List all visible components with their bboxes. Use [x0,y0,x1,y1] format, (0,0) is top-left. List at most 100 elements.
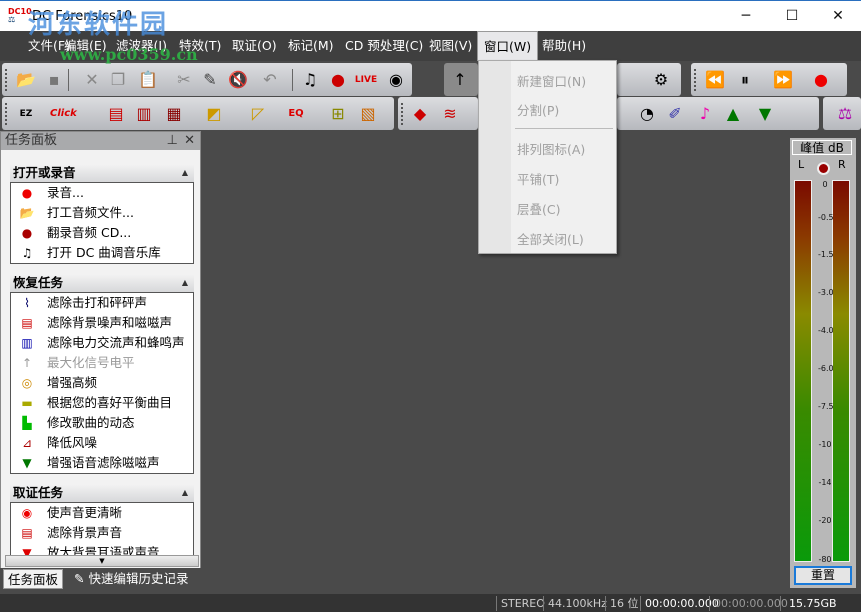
task-clarity[interactable]: ◉ 使声音更清晰 [11,503,193,523]
main-toolbar: 📂 ▪ ✕ ❐ 📋 ✂ ✎ 🔇 ↶ ♫ ● LIVE ◉ [2,63,412,96]
collapse-icon[interactable]: ▲ [182,164,188,182]
menu-edit[interactable]: 编辑(E) [58,31,113,61]
tab-edit-history[interactable]: ✎ 快速编辑历史记录 [70,569,192,589]
task-eq-balance[interactable]: ▬ 根据您的喜好平衡曲目 [11,393,193,413]
open-icon[interactable]: 📂 [14,68,38,92]
balance-icon[interactable]: ⚖ [833,102,857,126]
gear-icon[interactable]: ⚙ [649,68,673,92]
panel-close-icon[interactable]: ✕ [184,132,195,150]
voice-icon[interactable]: ♪ [693,102,717,126]
menu-new-window[interactable]: 新建窗口(N) [517,71,586,90]
hum-filter-icon[interactable]: ▥ [132,102,156,126]
menu-effects[interactable]: 特效(T) [173,31,227,61]
save-icon[interactable]: ▪ [42,68,66,92]
menu-help[interactable]: 帮助(H) [536,31,592,61]
task-remove-background[interactable]: ▤ 滤除背景声音 [11,523,193,543]
task-declick[interactable]: ⌇ 滤除击打和砰砰声 [11,293,193,313]
record-icon: ● [21,186,33,200]
scroll-down-button[interactable]: ▼ [5,555,199,567]
maximize-button[interactable]: ☐ [769,1,815,31]
speech-icon[interactable]: ▲ [721,102,745,126]
noise-filter-icon[interactable]: ▤ [104,102,128,126]
record-icon[interactable]: ● [809,68,833,92]
scale-tick: -4.0 [818,326,834,335]
eq-icon: ▬ [21,396,33,410]
pin-icon[interactable]: ⊥ [167,132,178,150]
app-icon: DC10 ⚖ [8,7,32,24]
filter-toolbar: EZ Click ▤ ▥ ▦ ◩ ◸ EQ ⊞ ▧ [2,97,394,130]
brush-icon[interactable]: ✐ [663,102,687,126]
copy-icon[interactable]: ❐ [106,68,130,92]
level-icon[interactable]: ↑ [444,63,478,96]
balance-toolbar: ⚖ [823,97,861,130]
menu-cascade[interactable]: 层叠(C) [517,199,560,218]
disc-icon[interactable]: ◉ [384,68,408,92]
history-icon: ✎ [74,571,85,586]
scale-tick: -20 [818,516,832,525]
lips-icon: ◉ [21,506,33,520]
speech-hiss-icon[interactable]: ▼ [753,102,777,126]
scale-tick: -6.0 [818,364,834,373]
menu-window[interactable]: 窗口(W) [477,31,539,61]
task-open-file[interactable]: 📂 打工音频文件... [11,203,193,223]
length-status: 00:00:00.000 [709,596,788,611]
task-rip-cd[interactable]: ● 翻录音频 CD... [11,223,193,243]
undo-icon[interactable]: ↶ [258,68,282,92]
menu-filter[interactable]: 滤波器(I) [110,31,173,61]
clip-indicator[interactable] [817,162,830,175]
dynamics-icon[interactable]: ◩ [202,102,226,126]
task-music-library[interactable]: ♫ 打开 DC 曲调音乐库 [11,243,193,263]
menu-close-all[interactable]: 全部关闭(L) [517,229,584,248]
rip-cd-icon[interactable]: ● [326,68,350,92]
wind-icon[interactable]: ◸ [246,102,270,126]
bandpass-icon[interactable]: ▦ [162,102,186,126]
menu-arrange-icons[interactable]: 排列图标(A) [517,139,585,158]
routing-icon[interactable]: ⊞ [326,102,350,126]
treble-icon: ◎ [21,376,33,390]
close-button[interactable]: ✕ [815,1,861,31]
paste-icon[interactable]: 📋 [136,68,160,92]
task-record[interactable]: ● 录音... [11,183,193,203]
live-icon[interactable]: LIVE [354,68,378,92]
click-filter-icon[interactable]: Click [50,102,77,126]
task-wind[interactable]: ⊿ 降低风噪 [11,433,193,453]
task-enhance-hf[interactable]: ◎ 增强高频 [11,373,193,393]
silence-icon[interactable]: ✂ [172,68,196,92]
minimize-button[interactable]: ─ [723,1,769,31]
scale-tick: -1.5 [818,250,834,259]
task-maximize[interactable]: ↑ 最大化信号电平 [11,353,193,373]
menu-markers[interactable]: 标记(M) [282,31,340,61]
ez-icon[interactable]: EZ [14,102,38,126]
rewind-icon[interactable]: ⏪ [703,68,727,92]
ez-forensic-icon[interactable]: ◆ [408,102,432,126]
pause-icon[interactable]: ⏸ [733,68,757,92]
task-denoise[interactable]: ▤ 滤除背景噪声和嗞嗞声 [11,313,193,333]
mute-icon[interactable]: 🔇 [226,68,250,92]
music-library-icon[interactable]: ♫ [298,68,322,92]
transport-toolbar: ⏪ ⏸ ⏩ ● [691,63,847,96]
clock-icon[interactable]: ◔ [635,102,659,126]
crackle-icon[interactable]: ≋ [438,102,462,126]
task-speech[interactable]: ▼ 增强语音滤除嗞嗞声 [11,453,193,473]
menu-forensics[interactable]: 取证(O) [226,31,283,61]
menu-tile[interactable]: 平铺(T) [517,169,559,188]
menu-cd-prep[interactable]: CD 预处理(C) [339,31,429,61]
collapse-icon[interactable]: ▲ [182,484,188,502]
task-dynamics[interactable]: ▙ 修改歌曲的动态 [11,413,193,433]
menu-split[interactable]: 分割(P) [517,100,559,119]
scale-tick: -0.5 [818,213,834,222]
menu-view[interactable]: 视图(V) [423,31,478,61]
tab-task-panel[interactable]: 任务面板 [3,569,64,589]
task-panel: 任务面板 ⊥ ✕ 打开或录音 ▲ ● 录音... 📂 打工音频文件... ● 翻录音频 … [0,131,201,590]
cut-icon[interactable]: ✕ [80,68,104,92]
spectrum-icon[interactable]: ▧ [356,102,380,126]
forensic-toolbar: ◆ ≋ [398,97,478,130]
pencil-icon[interactable]: ✎ [198,68,222,92]
eq-icon[interactable]: EQ [284,102,308,126]
wind-icon: ⊿ [21,436,33,450]
toolbar-grip[interactable] [5,69,8,91]
fast-forward-icon[interactable]: ⏩ [771,68,795,92]
reset-button[interactable]: 重置 [794,566,852,585]
task-dehum[interactable]: ▥ 滤除电力交流声和蜂鸣声 [11,333,193,353]
collapse-icon[interactable]: ▲ [182,274,188,292]
